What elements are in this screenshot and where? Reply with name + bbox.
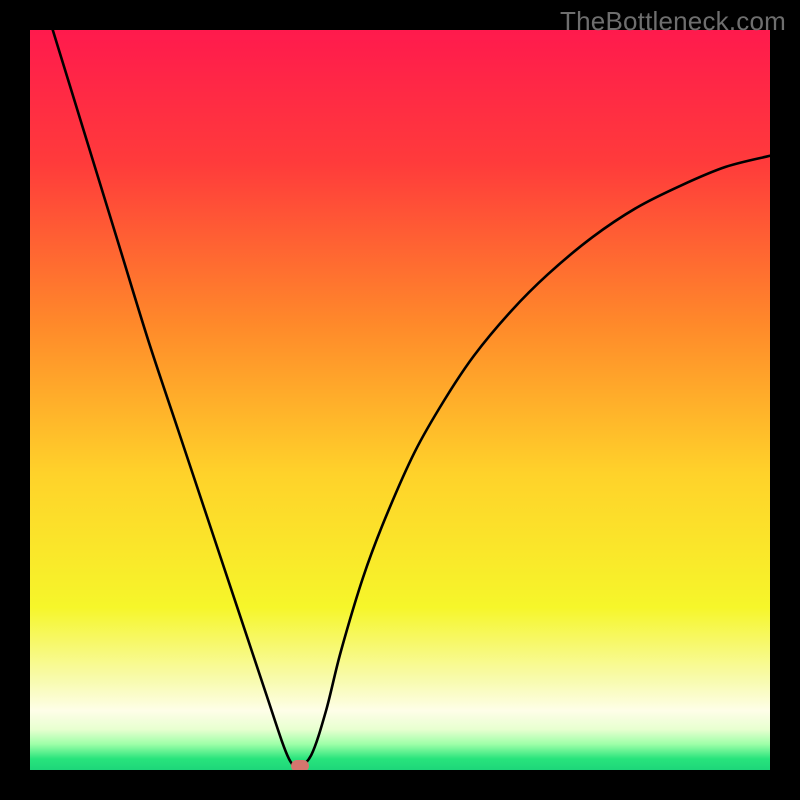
bottleneck-curve (30, 30, 770, 770)
series-bottleneck_right (296, 156, 770, 770)
series-bottleneck_left (30, 30, 296, 770)
chart-frame: TheBottleneck.com (0, 0, 800, 800)
watermark-text: TheBottleneck.com (560, 6, 786, 37)
optimal-point-marker (291, 760, 309, 770)
plot-area (30, 30, 770, 770)
